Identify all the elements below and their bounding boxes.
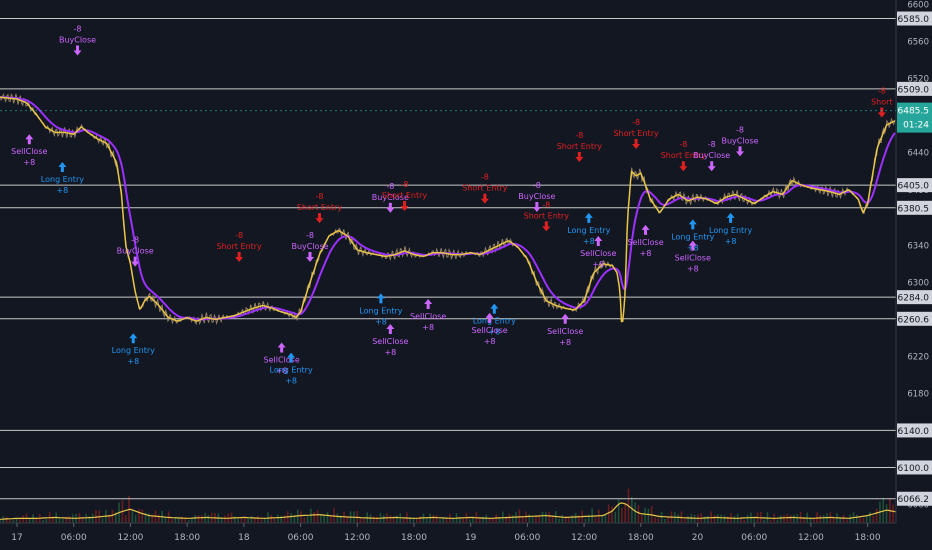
marker-label: BuyClose xyxy=(59,36,96,45)
x-tick-label: 06:00 xyxy=(514,533,540,543)
marker-qty: +8 xyxy=(384,348,396,357)
marker-qty: +8 xyxy=(23,158,35,167)
level-price-text: 6509.0 xyxy=(898,85,930,95)
marker-qty: -8 xyxy=(542,200,550,209)
marker-label: Long Entry xyxy=(359,306,402,315)
marker-label: BuyClose xyxy=(693,151,730,160)
marker-label: BuyClose xyxy=(722,136,759,145)
marker-qty: -8 xyxy=(575,131,583,140)
marker-label: SellClose xyxy=(471,326,507,335)
marker-qty: -8 xyxy=(533,181,541,190)
marker-label: SellClose xyxy=(11,147,47,156)
level-price-text: 6380.5 xyxy=(898,204,930,214)
x-tick-label: 20 xyxy=(692,533,704,543)
marker-qty: +8 xyxy=(484,337,496,346)
y-tick-label: 6440 xyxy=(907,149,929,159)
marker-label: BuyClose xyxy=(117,247,154,256)
x-tick-label: 17 xyxy=(11,533,22,543)
marker-qty: +8 xyxy=(559,338,571,347)
marker-qty: +8 xyxy=(687,265,699,274)
marker-qty: -8 xyxy=(708,140,716,149)
y-tick-label: 6180 xyxy=(907,389,929,399)
marker-qty: -8 xyxy=(386,182,394,191)
marker-label: SellClose xyxy=(547,327,583,336)
marker-label: Short Entry xyxy=(297,203,343,212)
marker-label: Short Entry xyxy=(613,129,659,138)
x-tick-label: 12:00 xyxy=(117,533,143,543)
level-price-text: 6140.0 xyxy=(898,427,930,437)
marker-label: Long Entry xyxy=(41,175,84,184)
marker-qty: +8 xyxy=(375,317,387,326)
x-tick-label: 12:00 xyxy=(344,533,370,543)
marker-qty: -8 xyxy=(315,192,323,201)
marker-label: SellClose xyxy=(580,249,616,258)
x-tick-label: 12:00 xyxy=(571,533,597,543)
x-tick-label: 18:00 xyxy=(401,533,427,543)
level-price-text: 6585.0 xyxy=(898,15,930,25)
current-price-text: 6485.5 xyxy=(898,107,930,117)
marker-label: Short xyxy=(871,98,892,107)
marker-label: Short Entry xyxy=(524,211,570,220)
marker-label: Long Entry xyxy=(473,317,516,326)
marker-qty: +8 xyxy=(583,237,595,246)
marker-qty: -8 xyxy=(131,236,139,245)
level-price-text: 6260.6 xyxy=(898,315,930,325)
marker-qty: -8 xyxy=(235,231,243,240)
marker-qty: +8 xyxy=(725,237,737,246)
marker-label: Short Entry xyxy=(462,184,508,193)
x-tick-label: 19 xyxy=(465,533,477,543)
marker-qty: +8 xyxy=(285,377,297,386)
marker-label: SellClose xyxy=(627,238,663,247)
y-tick-label: 6600 xyxy=(907,1,929,11)
x-tick-label: 12:00 xyxy=(798,533,824,543)
x-tick-label: 18:00 xyxy=(174,533,200,543)
x-tick-label: 18:00 xyxy=(628,533,654,543)
marker-label: SellClose xyxy=(372,337,408,346)
marker-qty: -8 xyxy=(878,87,886,96)
marker-label: SellClose xyxy=(675,254,711,263)
marker-label: SellClose xyxy=(410,312,446,321)
marker-qty: -8 xyxy=(481,173,489,182)
marker-qty: +8 xyxy=(640,249,652,258)
marker-label: Short Entry xyxy=(216,242,262,251)
marker-label: BuyClose xyxy=(291,242,328,251)
level-price-text: 6066.2 xyxy=(898,495,930,505)
marker-label: Long Entry xyxy=(709,226,752,235)
marker-qty: -8 xyxy=(736,125,744,134)
y-tick-label: 6340 xyxy=(907,241,929,251)
countdown-text: 01:24 xyxy=(903,121,929,131)
price-chart[interactable]: SellClose +8 Long Entry +8 BuyClose -8 BuyClos… xyxy=(0,0,932,550)
marker-qty: -8 xyxy=(632,118,640,127)
marker-label: Short Entry xyxy=(382,191,428,200)
marker-label: Long Entry xyxy=(567,226,610,235)
y-tick-label: 6300 xyxy=(907,278,929,288)
y-tick-label: 6220 xyxy=(907,352,929,362)
marker-qty: +8 xyxy=(592,260,604,269)
level-price-text: 6100.0 xyxy=(898,464,930,474)
x-tick-label: 06:00 xyxy=(741,533,767,543)
marker-label: Long Entry xyxy=(112,346,155,355)
marker-label: Short Entry xyxy=(557,142,603,151)
marker-qty: +8 xyxy=(422,323,434,332)
level-price-text: 6405.0 xyxy=(898,182,930,192)
x-tick-label: 18 xyxy=(238,533,250,543)
marker-qty: +8 xyxy=(127,357,139,366)
x-tick-label: 06:00 xyxy=(288,533,314,543)
marker-qty: +8 xyxy=(56,186,68,195)
x-axis: 17 06:00 12:00 18:00 18 06:00 12:00 18:00 19 06:0… xyxy=(0,522,896,550)
marker-label: Long Entry xyxy=(270,366,313,375)
x-tick-label: 06:00 xyxy=(61,533,87,543)
marker-qty: -8 xyxy=(306,231,314,240)
level-price-text: 6284.0 xyxy=(898,294,930,304)
marker-qty: -8 xyxy=(679,140,687,149)
marker-qty: -8 xyxy=(401,180,409,189)
x-tick-label: 18:00 xyxy=(855,533,881,543)
marker-qty: -8 xyxy=(74,25,82,34)
y-tick-label: 6560 xyxy=(907,38,929,48)
